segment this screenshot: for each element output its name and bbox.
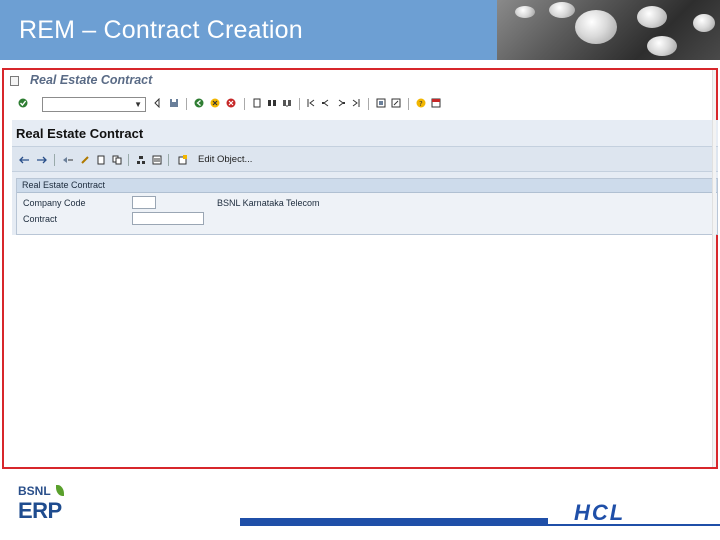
vertical-scrollbar[interactable] — [712, 70, 716, 467]
cancel-icon[interactable] — [226, 98, 236, 108]
slide-title: REM – Contract Creation — [19, 16, 303, 44]
menu-title: Real Estate Contract — [30, 73, 153, 87]
bsnl-logo-text: BSNL — [18, 484, 51, 498]
list-icon[interactable] — [152, 155, 162, 165]
toolbar-separator — [408, 98, 409, 110]
contract-input[interactable] — [132, 212, 204, 225]
bsnl-erp-logo: BSNL ERP — [18, 484, 78, 528]
customize-layout-icon[interactable] — [431, 98, 441, 108]
group-header: Real Estate Contract — [17, 179, 717, 193]
new-session-icon[interactable] — [376, 98, 386, 108]
copy-icon[interactable] — [112, 155, 122, 165]
arrow-right-icon[interactable] — [36, 155, 48, 165]
hcl-logo-text: HCL — [574, 500, 626, 525]
group-title: Real Estate Contract — [22, 180, 106, 190]
first-page-icon[interactable] — [306, 98, 316, 108]
exit-icon[interactable] — [210, 98, 220, 108]
arrow-left-icon[interactable] — [18, 155, 30, 165]
display-change-icon[interactable] — [62, 155, 74, 165]
toolbar-separator — [368, 98, 369, 110]
toolbar-separator — [168, 154, 169, 166]
print-icon[interactable] — [252, 98, 262, 108]
hierarchy-icon[interactable] — [136, 155, 146, 165]
edit-object-icon[interactable] — [178, 155, 188, 165]
find-next-icon[interactable] — [282, 98, 292, 108]
back-arrow-icon[interactable] — [152, 98, 162, 108]
enter-check-icon[interactable] — [18, 98, 28, 108]
next-page-icon[interactable] — [336, 98, 346, 108]
menu-icon[interactable] — [10, 76, 19, 86]
menu-bar: Real Estate Contract — [8, 72, 708, 88]
help-icon[interactable]: ? — [416, 98, 426, 108]
back-icon[interactable] — [194, 98, 204, 108]
sap-window: Real Estate Contract ▼ ? Real Estate Con… — [2, 68, 718, 469]
shortcut-icon[interactable] — [391, 98, 401, 108]
title-banner: REM – Contract Creation — [0, 0, 720, 60]
find-icon[interactable] — [267, 98, 277, 108]
toolbar-separator — [128, 154, 129, 166]
screen-title: Real Estate Contract — [16, 126, 144, 141]
hcl-logo: HCL — [548, 500, 720, 525]
contract-label: Contract — [23, 214, 58, 224]
save-icon[interactable] — [169, 98, 179, 108]
company-code-input[interactable] — [132, 196, 156, 209]
leaf-icon — [56, 485, 64, 496]
toolbar-separator — [54, 154, 55, 166]
contract-group-box: Real Estate Contract Company Code BSNL K… — [16, 178, 718, 235]
last-page-icon[interactable] — [351, 98, 361, 108]
create-icon[interactable] — [96, 155, 106, 165]
toolbar-separator — [299, 98, 300, 110]
satellite-dish-photo — [497, 0, 720, 60]
svg-text:?: ? — [419, 100, 423, 108]
standard-toolbar: ▼ ? — [8, 94, 714, 116]
command-field[interactable]: ▼ — [42, 97, 146, 112]
pencil-icon[interactable] — [80, 155, 90, 165]
company-code-description: BSNL Karnataka Telecom — [217, 198, 320, 208]
application-toolbar: Edit Object... — [12, 146, 718, 172]
toolbar-separator — [244, 98, 245, 110]
toolbar-separator — [186, 98, 187, 110]
previous-page-icon[interactable] — [321, 98, 331, 108]
chevron-down-icon[interactable]: ▼ — [134, 100, 142, 110]
application-area: Real Estate Contract Edit Object... Real… — [12, 120, 718, 235]
erp-logo-text: ERP — [18, 498, 62, 523]
company-code-label: Company Code — [23, 198, 86, 208]
edit-object-button[interactable]: Edit Object... — [198, 154, 252, 165]
slide: REM – Contract Creation Real Estate Cont… — [0, 0, 720, 540]
